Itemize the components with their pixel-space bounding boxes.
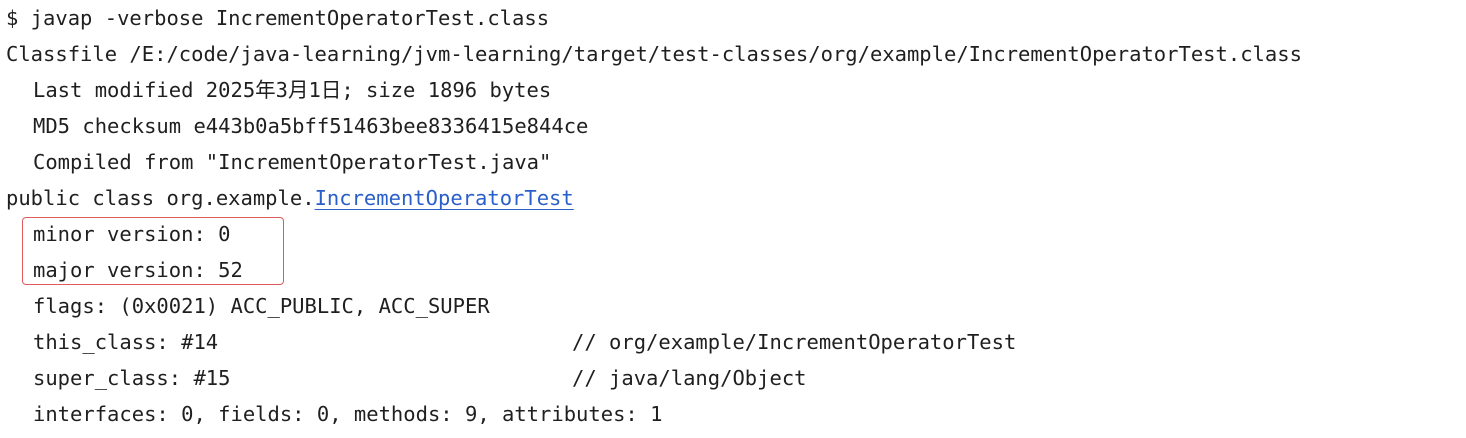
- md5-line: MD5 checksum e443b0a5bff51463bee8336415e…: [33, 114, 589, 138]
- this-class-line: this_class: #14: [33, 330, 219, 354]
- this-class-comment: // org/example/IncrementOperatorTest: [572, 330, 1017, 354]
- last-modified-line: Last modified 2025年3月1日; size 1896 bytes: [33, 78, 552, 102]
- interfaces-line: interfaces: 0, fields: 0, methods: 9, at…: [33, 402, 663, 426]
- super-class-comment: // java/lang/Object: [572, 366, 807, 390]
- terminal-output: $ javap -verbose IncrementOperatorTest.c…: [0, 0, 1466, 438]
- class-declaration-prefix: public class org.example.: [6, 186, 315, 210]
- major-version-line: major version: 52: [33, 258, 243, 282]
- minor-version-line: minor version: 0: [33, 222, 231, 246]
- class-declaration-line: public class org.example.IncrementOperat…: [6, 180, 574, 216]
- super-class-line: super_class: #15: [33, 366, 231, 390]
- compiled-from-line: Compiled from "IncrementOperatorTest.jav…: [33, 150, 552, 174]
- command-line: $ javap -verbose IncrementOperatorTest.c…: [6, 6, 550, 30]
- flags-line: flags: (0x0021) ACC_PUBLIC, ACC_SUPER: [33, 294, 490, 318]
- class-name-link[interactable]: IncrementOperatorTest: [315, 186, 574, 210]
- classfile-line: Classfile /E:/code/java-learning/jvm-lea…: [6, 42, 1302, 66]
